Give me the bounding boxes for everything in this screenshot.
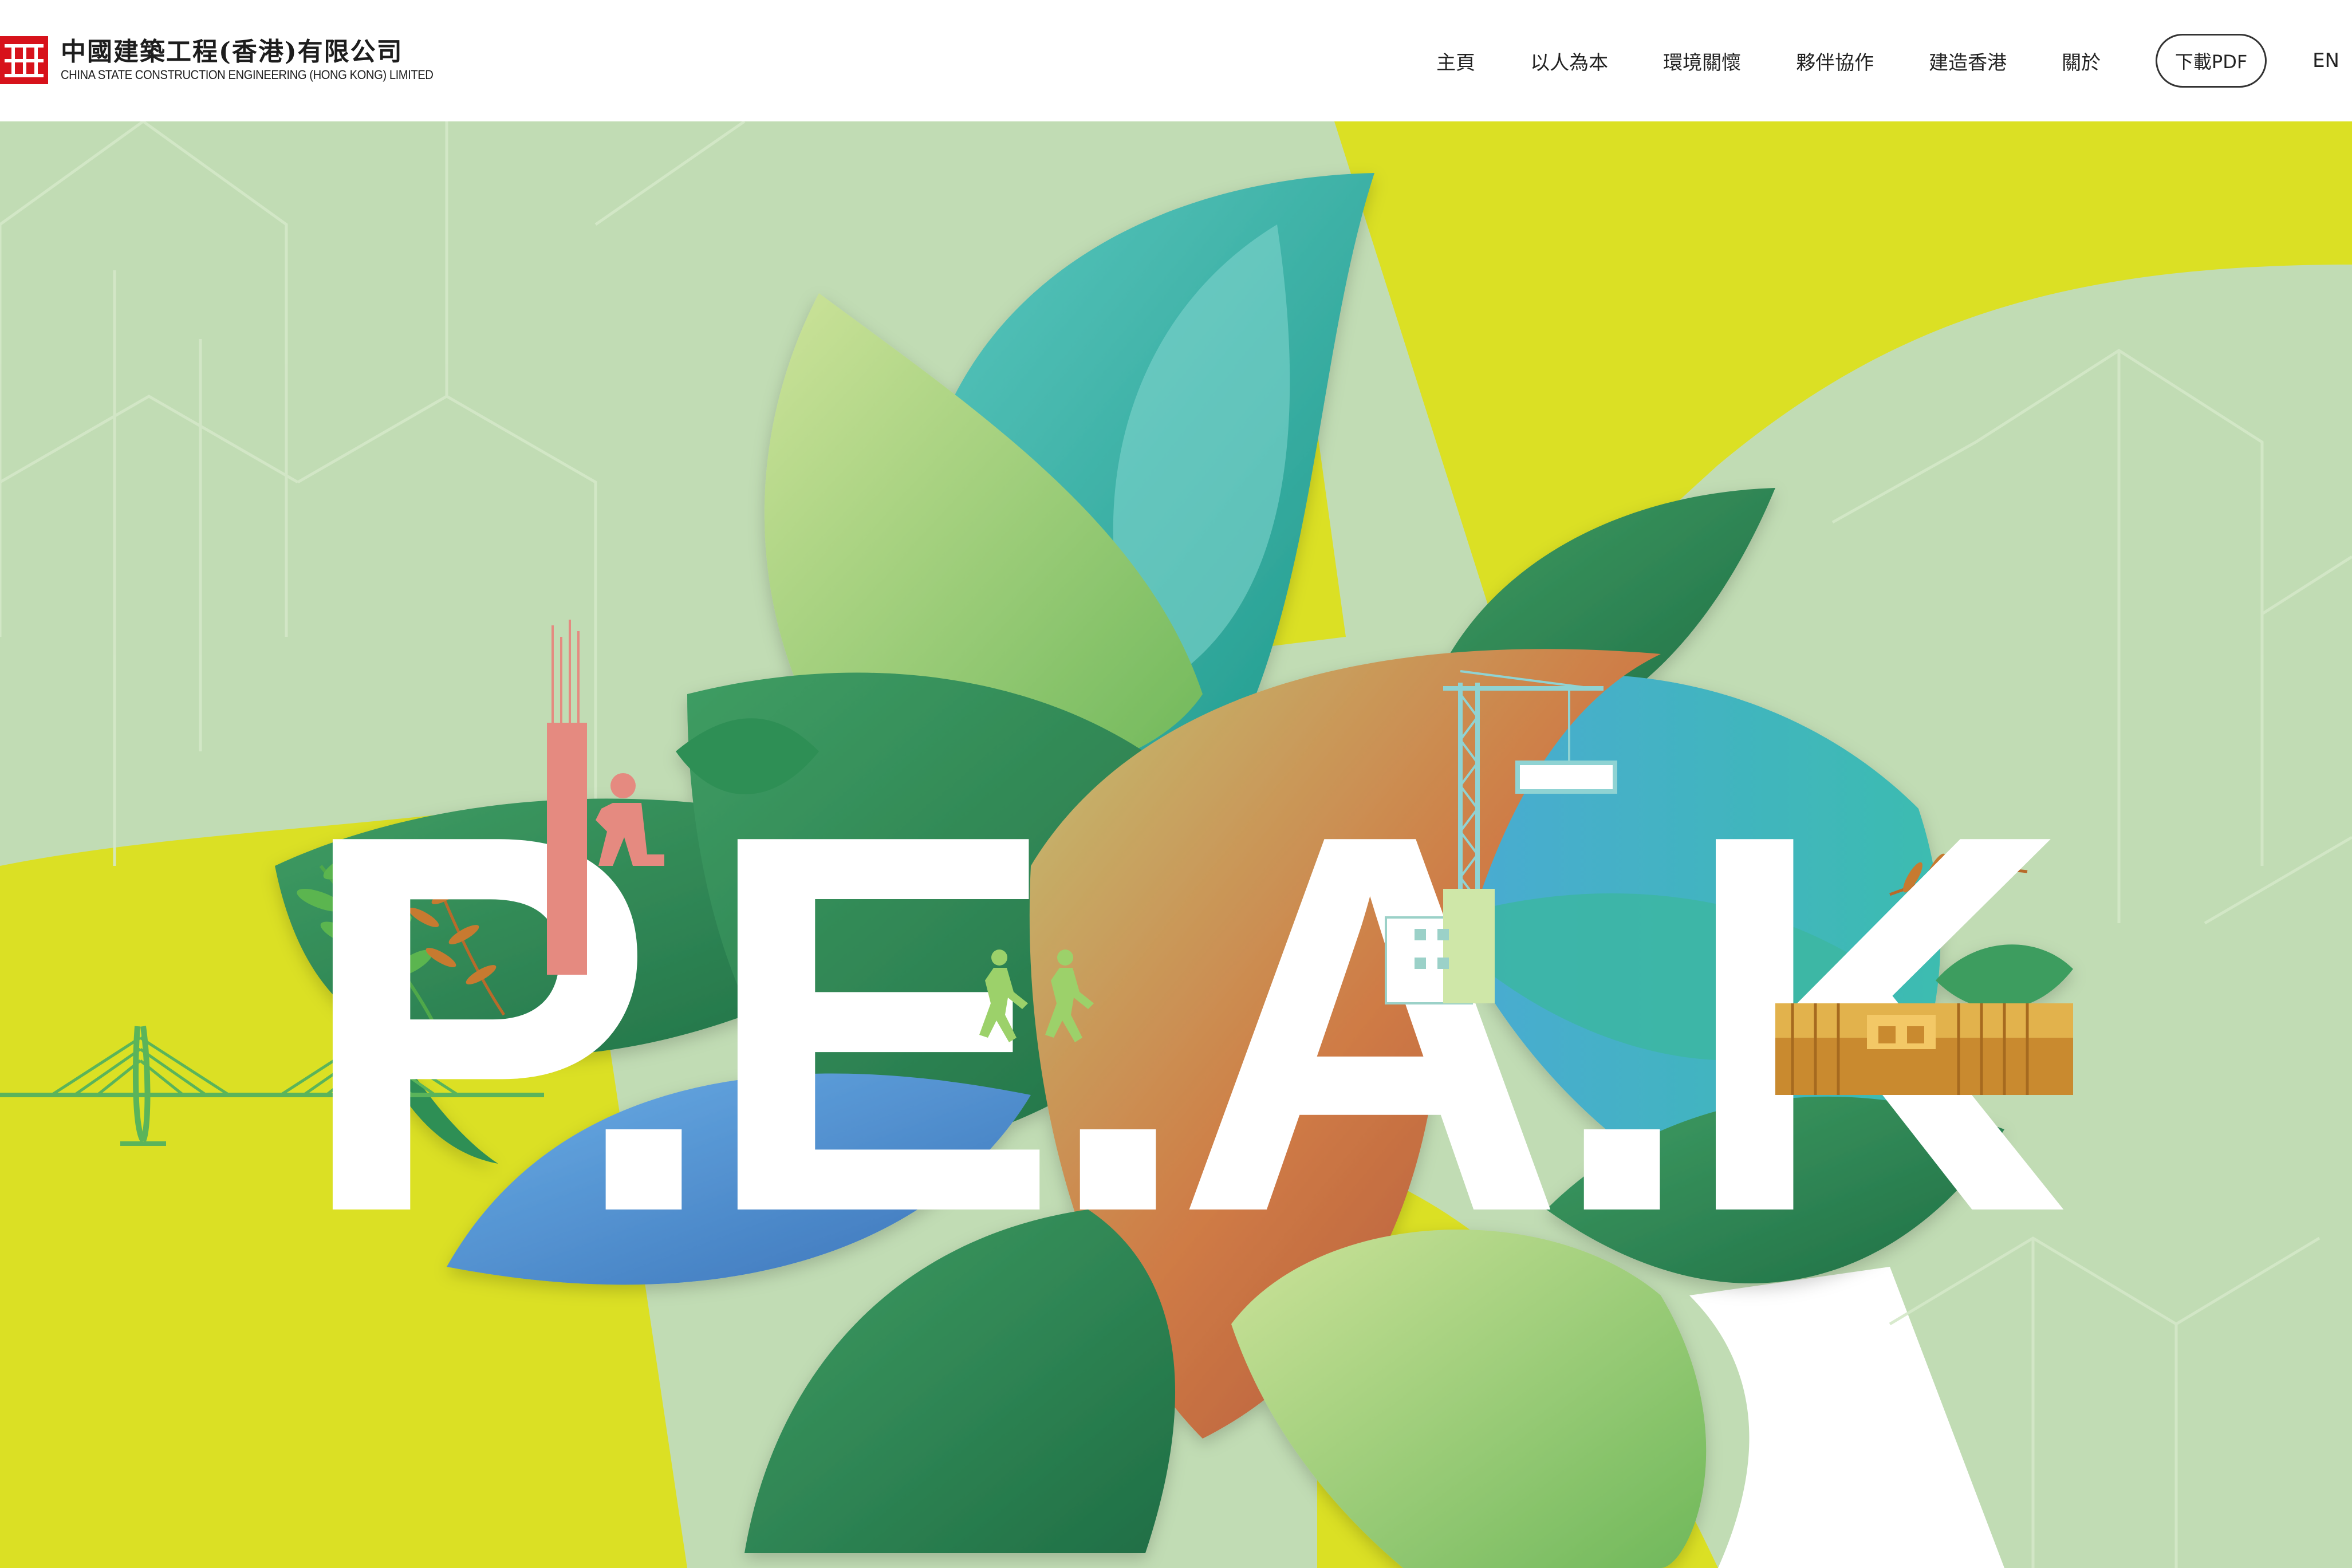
main-nav: 主頁 以人為本 環境關懷 夥伴協作 建造香港 關於 下載PDF EN xyxy=(1436,0,2352,121)
nav-item-about[interactable]: 關於 xyxy=(2062,47,2101,75)
logo-wordmark: 中國建築工程(香港)有限公司 CHINA STATE CONSTRUCTION … xyxy=(61,37,466,83)
download-pdf-button[interactable]: 下載PDF xyxy=(2156,34,2267,88)
nav-item-people[interactable]: 以人為本 xyxy=(1530,47,1608,75)
company-logo[interactable]: 中國建築工程(香港)有限公司 CHINA STATE CONSTRUCTION … xyxy=(0,34,466,86)
nav-item-environment[interactable]: 環境關懷 xyxy=(1663,47,1741,75)
logo-name-cn: 中國建築工程(香港)有限公司 xyxy=(61,37,403,66)
nav-item-home[interactable]: 主頁 xyxy=(1436,47,1475,75)
language-toggle-en[interactable]: EN xyxy=(2312,49,2339,72)
site-header: 中國建築工程(香港)有限公司 CHINA STATE CONSTRUCTION … xyxy=(0,0,2352,121)
hero-banner: P.E.A.K xyxy=(0,121,2352,1568)
logo-name-en: CHINA STATE CONSTRUCTION ENGINEERING (HO… xyxy=(61,68,434,82)
nav-item-build-hk[interactable]: 建造香港 xyxy=(1929,47,2007,75)
logo-mark-icon xyxy=(0,36,48,84)
hero-illustration: P.E.A.K xyxy=(0,121,2352,1568)
timber-building-icon xyxy=(1775,1003,2073,1095)
nav-item-partnership[interactable]: 夥伴協作 xyxy=(1796,47,1874,75)
